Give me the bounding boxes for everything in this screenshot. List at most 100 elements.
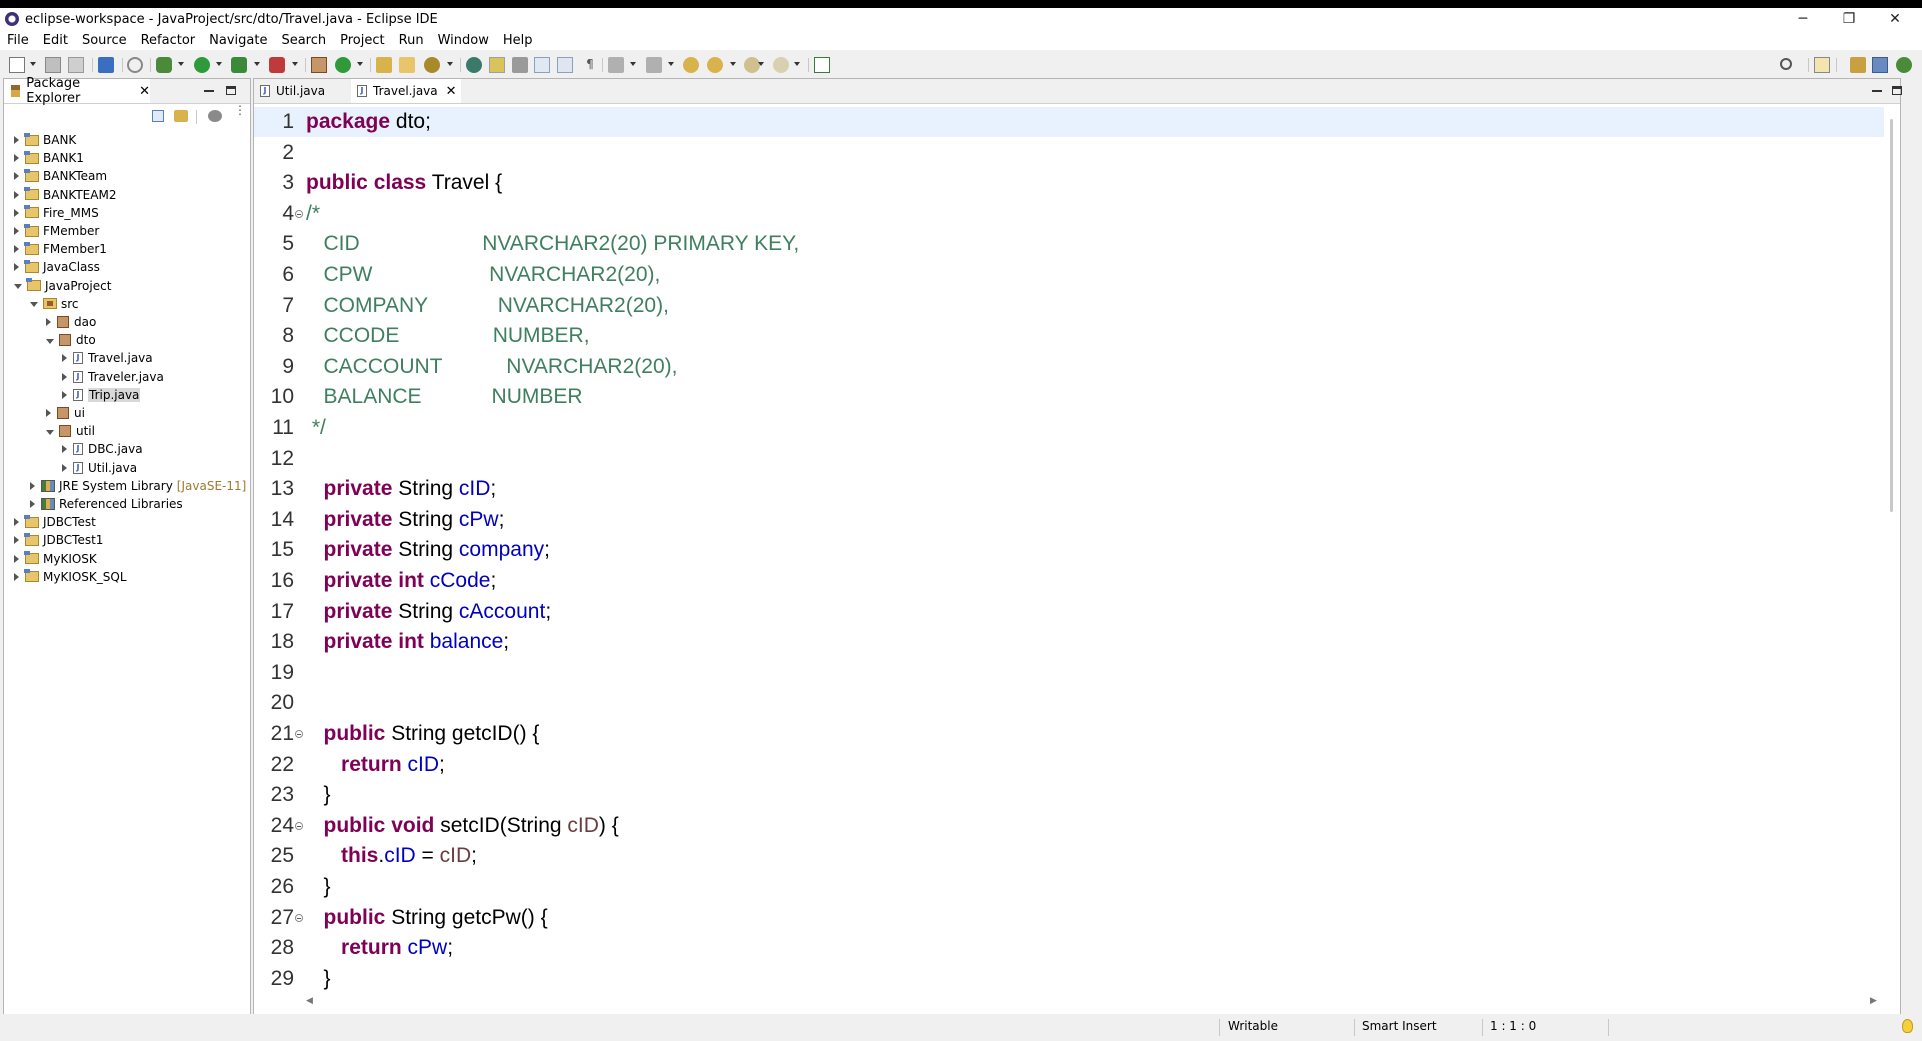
tree-item[interactable]: JRE System Library [JavaSE-11]	[30, 477, 246, 495]
chevron-right-icon[interactable]	[46, 409, 51, 417]
code-line[interactable]: 17 private String cAccount;	[254, 597, 1884, 627]
run-icon[interactable]	[194, 57, 210, 73]
debug-perspective-icon[interactable]	[1896, 57, 1912, 73]
previous-annotation-dropdown-icon[interactable]	[668, 62, 674, 66]
maximize-editor-icon[interactable]	[1892, 86, 1902, 95]
tree-item[interactable]: FMember	[14, 222, 99, 240]
code-line[interactable]: 4 /*	[254, 199, 1884, 229]
chevron-right-icon[interactable]	[14, 245, 19, 254]
fold-toggle-icon[interactable]	[295, 730, 303, 738]
code-line[interactable]: 20	[254, 688, 1884, 718]
code-line[interactable]: 21 public String getcID() {	[254, 719, 1884, 749]
minimize-editor-icon[interactable]	[1872, 90, 1882, 92]
open-perspective-icon[interactable]	[1814, 57, 1830, 73]
code-line[interactable]: 28 return cPw;	[254, 933, 1884, 963]
scroll-right-icon[interactable]: ▶	[1870, 996, 1877, 1006]
tree-item[interactable]: src	[30, 295, 79, 313]
code-editor[interactable]: 1 package dto; 2 3 public class Travel {4/* 5…	[254, 107, 1884, 994]
chevron-right-icon[interactable]	[14, 190, 19, 199]
java-perspective-icon[interactable]	[1872, 57, 1888, 73]
tree-item[interactable]: BANKTeam	[14, 167, 107, 185]
code-line[interactable]: 2	[254, 138, 1884, 168]
view-menu-icon[interactable]: ⋮	[234, 104, 246, 116]
chevron-right-icon[interactable]	[46, 318, 51, 326]
chevron-right-icon[interactable]	[62, 372, 67, 381]
coverage-icon[interactable]	[231, 57, 247, 73]
collapse-all-icon[interactable]	[152, 110, 164, 122]
tree-item[interactable]: J DBC.java	[62, 440, 143, 458]
back-dropdown-icon[interactable]	[730, 62, 736, 66]
back-history-dropdown-icon[interactable]	[758, 62, 764, 66]
mark-occurrences-icon[interactable]	[489, 57, 505, 73]
chevron-down-icon[interactable]	[30, 302, 38, 308]
chevron-right-icon[interactable]	[62, 390, 67, 399]
forward-history-dropdown-icon[interactable]	[794, 62, 800, 66]
save-all-icon[interactable]	[68, 57, 84, 73]
code-line[interactable]: 27 public String getcPw() {	[254, 903, 1884, 933]
new-package-icon[interactable]	[311, 57, 327, 73]
code-line[interactable]: 18 private int balance;	[254, 627, 1884, 657]
search-dropdown-icon[interactable]	[447, 62, 453, 66]
show-whitespace-icon[interactable]	[557, 57, 573, 73]
fold-toggle-icon[interactable]	[295, 913, 303, 922]
code-line[interactable]: 13 private String cID;	[254, 474, 1884, 504]
code-line[interactable]: 24 public void setcID(String cID) {	[254, 811, 1884, 841]
close-button[interactable]: ✕	[1872, 8, 1918, 30]
minimize-button[interactable]: ─	[1780, 8, 1826, 30]
menu-run[interactable]: Run	[392, 33, 431, 48]
chevron-right-icon[interactable]	[14, 136, 19, 144]
tab-travel-java[interactable]: J Travel.java ✕	[351, 79, 461, 103]
code-line[interactable]: 25 this.cID = cID;	[254, 841, 1884, 871]
code-line[interactable]: 29 }	[254, 964, 1884, 994]
menu-source[interactable]: Source	[75, 33, 134, 48]
tree-item[interactable]: J Travel.java	[62, 349, 153, 367]
tree-item[interactable]: MyKIOSK_SQL	[14, 568, 127, 586]
chevron-right-icon[interactable]	[14, 518, 19, 527]
restore-button[interactable]: ❐	[1826, 8, 1872, 30]
menu-project[interactable]: Project	[333, 33, 391, 48]
link-with-editor-icon[interactable]	[174, 110, 188, 122]
tree-item[interactable]: J Traveler.java	[62, 368, 164, 386]
skip-breakpoints-icon[interactable]	[127, 57, 143, 73]
vertical-scrollbar[interactable]	[1890, 119, 1893, 512]
code-line[interactable]: 19	[254, 658, 1884, 688]
java-ee-perspective-icon[interactable]	[1850, 57, 1866, 73]
open-type-icon[interactable]	[376, 57, 392, 73]
code-line[interactable]: 1 package dto;	[254, 107, 1884, 137]
external-tools-icon[interactable]	[269, 57, 285, 73]
terminal-icon[interactable]	[98, 57, 114, 73]
code-line[interactable]: 9 CACCOUNT NVARCHAR2(20),	[254, 352, 1884, 382]
scroll-left-icon[interactable]: ◀	[306, 996, 313, 1006]
horizontal-scrollbar[interactable]: ◀ ▶	[306, 996, 1880, 1006]
menu-search[interactable]: Search	[274, 33, 333, 48]
chevron-right-icon[interactable]	[14, 554, 19, 563]
tree-item[interactable]: BANKTEAM2	[14, 186, 116, 204]
filter-icon[interactable]	[208, 110, 222, 122]
tree-item[interactable]: dto	[46, 331, 96, 349]
chevron-right-icon[interactable]	[14, 572, 19, 581]
code-line[interactable]: 14 private String cPw;	[254, 505, 1884, 535]
tree-item[interactable]: BANK1	[14, 149, 84, 167]
new-class-icon[interactable]	[335, 57, 351, 73]
chevron-down-icon[interactable]	[14, 284, 22, 290]
tab-package-explorer[interactable]: Package Explorer ✕	[4, 76, 150, 106]
tree-item[interactable]: JavaClass	[14, 258, 100, 276]
chevron-down-icon[interactable]	[46, 338, 54, 344]
word-wrap-icon[interactable]	[534, 57, 550, 73]
menu-refactor[interactable]: Refactor	[134, 33, 203, 48]
open-task-icon[interactable]	[399, 57, 415, 73]
code-line[interactable]: 16 private int cCode;	[254, 566, 1884, 596]
tree-item[interactable]: Referenced Libraries	[30, 495, 183, 513]
search-tool-icon[interactable]	[424, 57, 440, 73]
debug-dropdown-icon[interactable]	[178, 62, 184, 66]
pin-editor-icon[interactable]	[814, 57, 830, 73]
code-line[interactable]: 11 */	[254, 413, 1884, 443]
chevron-right-icon[interactable]	[14, 263, 19, 272]
chevron-down-icon[interactable]	[46, 429, 54, 435]
chevron-right-icon[interactable]	[14, 536, 19, 545]
save-icon[interactable]	[45, 57, 61, 73]
code-line[interactable]: 5 CID NVARCHAR2(20) PRIMARY KEY,	[254, 229, 1884, 259]
new-icon[interactable]	[9, 57, 25, 73]
tab-util-java[interactable]: J Util.java	[254, 79, 349, 103]
tree-item[interactable]: FMember1	[14, 240, 107, 258]
